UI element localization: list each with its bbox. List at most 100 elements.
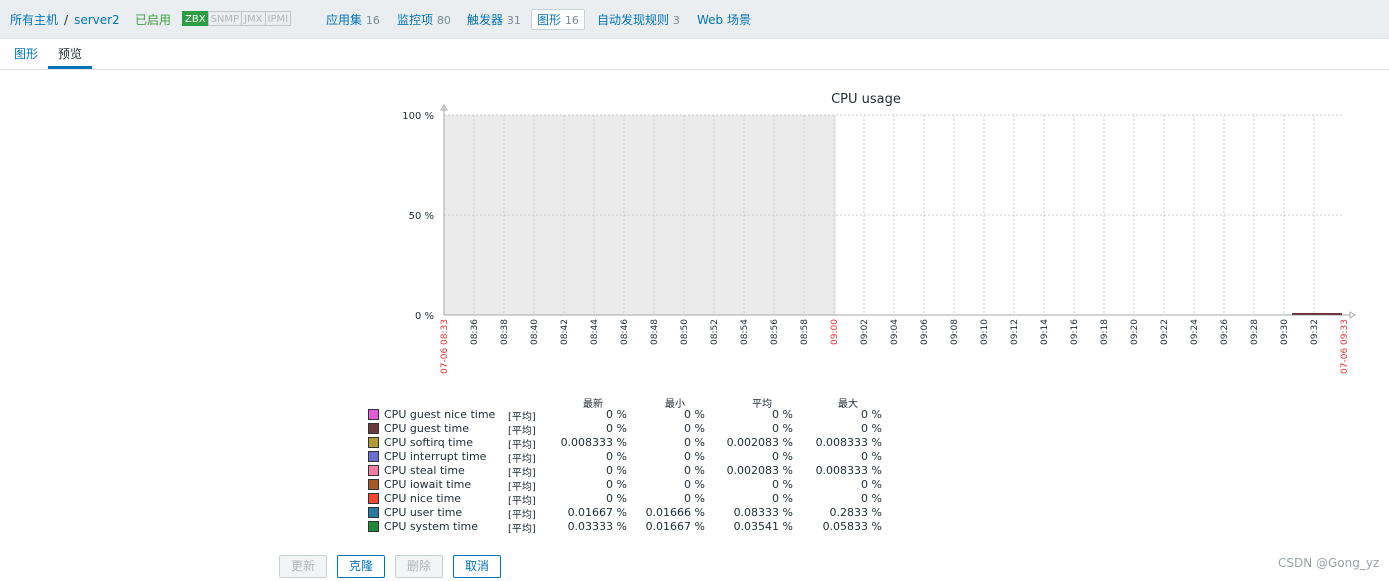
legend-avg: 0.002083 % xyxy=(726,464,793,477)
nav-triggers-label: 触发器 xyxy=(467,13,504,27)
legend-row: CPU iowait time [平均] 0 % 0 % 0 % 0 % xyxy=(368,478,888,493)
legend-min: 0 % xyxy=(684,436,705,449)
legend-function: [平均] xyxy=(508,524,536,535)
legend-max: 0.2833 % xyxy=(829,506,882,519)
legend-function: [平均] xyxy=(508,454,536,465)
availability-badges: ZBX SNMP JMX IPMI xyxy=(182,11,292,26)
breadcrumb-separator: / xyxy=(64,13,69,27)
clone-button[interactable]: 克隆 xyxy=(337,555,385,578)
x-tick-label: 08:36 xyxy=(470,319,480,345)
badge-zbx: ZBX xyxy=(182,11,209,26)
x-tick-label: 09:10 xyxy=(980,319,990,345)
delete-button[interactable]: 删除 xyxy=(395,555,443,578)
legend-min: 0 % xyxy=(684,422,705,435)
nav-items-count: 80 xyxy=(436,14,451,27)
legend-swatch xyxy=(368,423,379,434)
legend-last: 0 % xyxy=(606,492,627,505)
x-tick-start: 07-06 08:33 xyxy=(440,319,450,374)
legend-avg: 0 % xyxy=(772,408,793,421)
legend-function: [平均] xyxy=(508,510,536,521)
form-tabs: 图形 预览 xyxy=(0,39,1389,70)
x-tick-end: 07-06 09:33 xyxy=(1340,319,1350,374)
nav-graphs-label: 图形 xyxy=(537,13,562,27)
x-tick-label: 08:58 xyxy=(800,319,810,345)
legend-function: [平均] xyxy=(508,482,536,493)
breadcrumb-all-hosts[interactable]: 所有主机 xyxy=(10,13,58,27)
legend-last: 0 % xyxy=(606,450,627,463)
legend-function: [平均] xyxy=(508,496,536,507)
tab-graph[interactable]: 图形 xyxy=(14,45,38,62)
nav-applications-count: 16 xyxy=(365,14,380,27)
x-tick-label: 09:08 xyxy=(950,319,960,345)
legend-series-name: CPU steal time xyxy=(384,464,465,477)
chart-title: CPU usage xyxy=(831,92,901,107)
nav-discovery-rules-label: 自动发现规则 xyxy=(597,13,670,27)
host-status[interactable]: 已启用 xyxy=(135,11,171,28)
x-tick-label: 09:18 xyxy=(1100,319,1110,345)
legend-min: 0.01667 % xyxy=(645,520,705,533)
x-tick-label: 09:32 xyxy=(1310,319,1320,345)
x-tick-label: 09:06 xyxy=(920,319,930,345)
legend-max: 0.008333 % xyxy=(815,436,882,449)
x-tick-label: 09:20 xyxy=(1130,319,1140,345)
legend-swatch xyxy=(368,521,379,532)
nav-items-label: 监控项 xyxy=(397,13,434,27)
badge-snmp: SNMP xyxy=(207,11,243,26)
x-tick-label: 09:30 xyxy=(1280,319,1290,345)
nav-graphs[interactable]: 图形 16 xyxy=(531,9,585,30)
x-tick-label: 09:16 xyxy=(1070,319,1080,345)
legend-swatch xyxy=(368,465,379,476)
legend-last: 0 % xyxy=(606,422,627,435)
legend-series-name: CPU user time xyxy=(384,506,463,519)
legend-row: CPU nice time [平均] 0 % 0 % 0 % 0 % xyxy=(368,492,888,507)
watermark: CSDN @Gong_yz xyxy=(1278,556,1380,570)
legend-series-name: CPU interrupt time xyxy=(384,450,487,463)
legend-avg: 0.08333 % xyxy=(733,506,793,519)
legend-row: CPU steal time [平均] 0 % 0 % 0.002083 % 0.0083… xyxy=(368,464,888,479)
legend-series-name: CPU iowait time xyxy=(384,478,472,491)
x-tick-label: 08:42 xyxy=(560,319,570,345)
x-tick-label: 09:02 xyxy=(860,319,870,345)
legend-series-name: CPU guest time xyxy=(384,422,469,435)
legend-min: 0 % xyxy=(684,478,705,491)
legend-swatch xyxy=(368,409,379,420)
badge-ipmi: IPMI xyxy=(264,11,292,26)
legend-min: 0.01666 % xyxy=(645,506,705,519)
legend-series-name: CPU guest nice time xyxy=(384,408,496,421)
nav-items[interactable]: 监控项 80 xyxy=(397,11,451,28)
preview-panel: CPU usage 100 % 50 % 0 % 07-06 08:33 08:3… xyxy=(0,69,1389,581)
breadcrumb-host[interactable]: server2 xyxy=(74,13,120,27)
legend-last: 0.03333 % xyxy=(567,520,627,533)
legend-max: 0 % xyxy=(861,478,882,491)
legend-avg: 0 % xyxy=(772,478,793,491)
legend-swatch xyxy=(368,507,379,518)
legend-row: CPU system time [平均] 0.03333 % 0.01667 % 0.0… xyxy=(368,520,888,535)
legend-max: 0.008333 % xyxy=(815,464,882,477)
legend-min: 0 % xyxy=(684,464,705,477)
x-tick-label: 08:40 xyxy=(530,319,540,345)
y-tick-50: 50 % xyxy=(409,211,434,222)
legend-series-name: CPU system time xyxy=(384,520,478,533)
badge-jmx: JMX xyxy=(241,11,266,26)
nav-web-scenarios[interactable]: Web 场景 xyxy=(697,11,751,28)
nav-applications[interactable]: 应用集 16 xyxy=(326,11,380,28)
legend-avg: 0.002083 % xyxy=(726,436,793,449)
legend-swatch xyxy=(368,479,379,490)
nav-discovery-rules[interactable]: 自动发现规则 3 xyxy=(597,11,680,28)
legend-row: CPU guest nice time [平均] 0 % 0 % 0 % 0 % xyxy=(368,408,888,423)
tab-preview[interactable]: 预览 xyxy=(58,45,82,62)
legend-max: 0 % xyxy=(861,422,882,435)
x-tick-label: 09:14 xyxy=(1040,319,1050,345)
update-button[interactable]: 更新 xyxy=(279,555,327,578)
legend-avg: 0 % xyxy=(772,450,793,463)
legend-last: 0.01667 % xyxy=(567,506,627,519)
x-tick-label: 09:28 xyxy=(1250,319,1260,345)
host-navigation-bar: 所有主机 / server2 已启用 ZBX SNMP JMX IPMI 应用集 1… xyxy=(0,0,1389,39)
cancel-button[interactable]: 取消 xyxy=(453,555,501,578)
legend-avg: 0 % xyxy=(772,492,793,505)
legend-avg: 0 % xyxy=(772,422,793,435)
nav-triggers[interactable]: 触发器 31 xyxy=(467,11,521,28)
x-tick-label: 08:38 xyxy=(500,319,510,345)
legend-row: CPU softirq time [平均] 0.008333 % 0 % 0.00208… xyxy=(368,436,888,451)
legend-swatch xyxy=(368,437,379,448)
